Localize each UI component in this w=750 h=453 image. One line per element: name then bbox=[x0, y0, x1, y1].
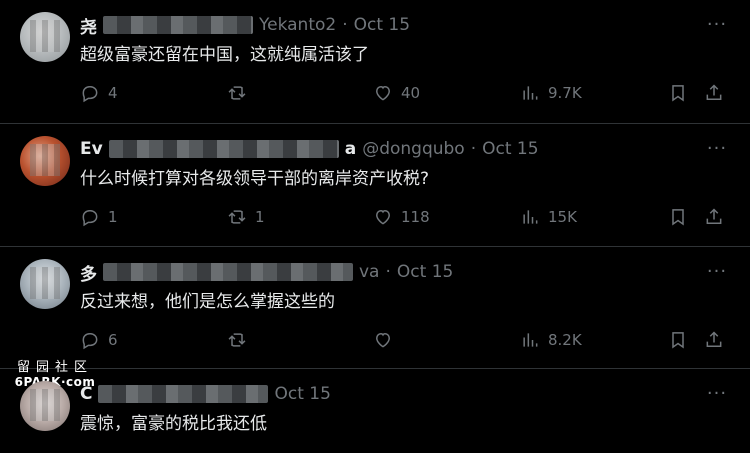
avatar[interactable] bbox=[20, 381, 70, 431]
bookmark-icon bbox=[672, 332, 684, 349]
views-button[interactable]: 15K bbox=[520, 204, 577, 230]
analytics-icon bbox=[523, 210, 538, 224]
tweet-header: 多 va · Oct 15 bbox=[80, 260, 453, 285]
more-dots-icon[interactable]: ··· bbox=[706, 261, 728, 283]
display-name-tail[interactable]: a bbox=[345, 139, 356, 159]
bookmark-button[interactable] bbox=[668, 204, 688, 230]
heart-icon bbox=[375, 332, 391, 348]
tweet[interactable]: 尧 Yekanto2 · Oct 15 ··· 超级富豪还留在中国，这就纯属活该… bbox=[0, 0, 750, 124]
reply-button[interactable]: 6 bbox=[80, 327, 118, 353]
views-button[interactable]: 9.7K bbox=[520, 80, 582, 106]
pixelated-blur bbox=[30, 389, 60, 421]
reply-button[interactable]: 4 bbox=[80, 80, 118, 106]
share-icon bbox=[706, 208, 722, 224]
like-count: 118 bbox=[401, 208, 430, 226]
more-dots-icon[interactable]: ··· bbox=[706, 14, 728, 36]
tweet-text: 超级富豪还留在中国，这就纯属活该了 bbox=[80, 45, 369, 65]
action-bar: 1 1 118 15K bbox=[80, 204, 730, 230]
retweet-count: 1 bbox=[255, 208, 265, 226]
redacted-name bbox=[108, 140, 339, 158]
share-icon bbox=[706, 331, 722, 347]
tweet[interactable]: 多 va · Oct 15 ··· 反过来想，他们是怎么掌握这些的 6 8.2K bbox=[0, 247, 750, 369]
retweet-icon bbox=[228, 210, 246, 224]
like-count: 40 bbox=[401, 84, 421, 102]
avatar[interactable] bbox=[20, 259, 70, 309]
handle[interactable]: va bbox=[359, 262, 379, 282]
action-bar: 6 8.2K bbox=[80, 327, 730, 353]
share-button[interactable] bbox=[704, 80, 724, 106]
analytics-icon bbox=[523, 86, 538, 100]
like-button[interactable] bbox=[373, 327, 401, 353]
heart-icon bbox=[375, 209, 391, 225]
reply-count: 6 bbox=[108, 331, 118, 349]
more-dots-icon[interactable]: ··· bbox=[706, 138, 728, 160]
pixelated-blur bbox=[30, 267, 60, 299]
tweet[interactable]: Ev a @dongqubo · Oct 15 ··· 什么时候打算对各级领导干… bbox=[0, 124, 750, 247]
reply-count: 1 bbox=[108, 208, 118, 226]
separator: · bbox=[470, 139, 477, 159]
retweet-button[interactable]: 1 bbox=[227, 204, 265, 230]
avatar[interactable] bbox=[20, 12, 70, 62]
bookmark-icon bbox=[672, 209, 684, 226]
display-name[interactable]: 多 bbox=[80, 260, 97, 285]
separator: · bbox=[342, 15, 348, 35]
action-bar: 4 40 9.7K bbox=[80, 80, 730, 106]
redacted-name bbox=[103, 16, 253, 34]
handle[interactable]: @dongqubo bbox=[362, 139, 465, 159]
tweet-header: 尧 Yekanto2 · Oct 15 bbox=[80, 13, 410, 38]
tweet-header: Ev a @dongqubo · Oct 15 bbox=[80, 138, 539, 160]
pixelated-blur bbox=[30, 144, 60, 176]
more-dots-icon[interactable]: ··· bbox=[706, 383, 728, 405]
timestamp[interactable]: Oct 15 bbox=[397, 262, 453, 282]
heart-icon bbox=[375, 85, 391, 101]
retweet-button[interactable] bbox=[227, 327, 255, 353]
redacted-name bbox=[98, 385, 269, 403]
timestamp[interactable]: Oct 15 bbox=[482, 139, 538, 159]
view-count: 9.7K bbox=[548, 84, 582, 102]
reply-count: 4 bbox=[108, 84, 118, 102]
redacted-name bbox=[103, 263, 353, 281]
separator: · bbox=[385, 262, 391, 282]
bookmark-button[interactable] bbox=[668, 80, 688, 106]
tweet-header: C Oct 15 bbox=[80, 383, 331, 405]
display-name[interactable]: C bbox=[80, 384, 92, 404]
display-name[interactable]: 尧 bbox=[80, 13, 97, 38]
tweet-text: 震惊，富豪的税比我还低 bbox=[80, 414, 267, 434]
retweet-button[interactable] bbox=[227, 80, 255, 106]
retweet-icon bbox=[228, 333, 246, 347]
reply-icon bbox=[82, 86, 98, 103]
bookmark-button[interactable] bbox=[668, 327, 688, 353]
view-count: 8.2K bbox=[548, 331, 582, 349]
analytics-icon bbox=[523, 333, 538, 347]
handle[interactable]: Yekanto2 bbox=[259, 15, 336, 35]
display-name[interactable]: Ev bbox=[80, 139, 103, 159]
share-button[interactable] bbox=[704, 204, 724, 230]
like-button[interactable]: 118 bbox=[373, 204, 430, 230]
retweet-icon bbox=[228, 86, 246, 100]
share-icon bbox=[706, 84, 722, 100]
avatar[interactable] bbox=[20, 136, 70, 186]
reply-button[interactable]: 1 bbox=[80, 204, 118, 230]
timestamp[interactable]: Oct 15 bbox=[354, 15, 410, 35]
bookmark-icon bbox=[672, 85, 684, 102]
views-button[interactable]: 8.2K bbox=[520, 327, 582, 353]
tweet-text: 反过来想，他们是怎么掌握这些的 bbox=[80, 292, 335, 312]
reply-icon bbox=[82, 333, 98, 350]
pixelated-blur bbox=[30, 20, 60, 52]
tweet[interactable]: C Oct 15 ··· 震惊，富豪的税比我还低 bbox=[0, 369, 750, 453]
view-count: 15K bbox=[548, 208, 577, 226]
reply-icon bbox=[82, 210, 98, 227]
timestamp[interactable]: Oct 15 bbox=[274, 384, 330, 404]
tweet-text: 什么时候打算对各级领导干部的离岸资产收税? bbox=[80, 169, 430, 189]
like-button[interactable]: 40 bbox=[373, 80, 420, 106]
share-button[interactable] bbox=[704, 327, 724, 353]
